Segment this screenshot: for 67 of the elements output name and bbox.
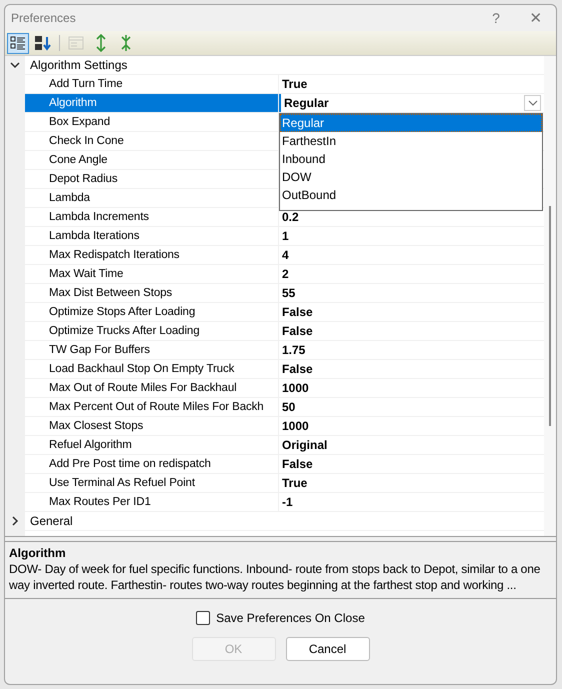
property-value: 1000	[282, 418, 309, 435]
dropdown-option[interactable]: DOW	[280, 168, 542, 186]
category-label[interactable]: Algorithm Settings	[25, 56, 544, 74]
expand-arrows-icon	[95, 34, 107, 52]
property-name[interactable]: Max Dist Between Stops	[25, 284, 279, 302]
property-name[interactable]: Check In Cone	[25, 132, 279, 150]
collapse-arrows-icon	[120, 34, 132, 52]
property-name[interactable]: Lambda Increments	[25, 208, 279, 226]
help-button[interactable]: ?	[476, 6, 516, 30]
property-name[interactable]: Optimize Stops After Loading	[25, 303, 279, 321]
window-icon	[68, 35, 84, 51]
property-value: True	[282, 475, 308, 492]
chevron-down-icon	[528, 99, 538, 107]
property-value: 4	[282, 247, 289, 264]
checkbox-label: Save Preferences On Close	[216, 611, 365, 625]
property-name[interactable]: Refuel Algorithm	[25, 436, 279, 454]
property-value: False	[282, 456, 313, 473]
close-button[interactable]: ✕	[516, 6, 556, 30]
checkbox[interactable]	[196, 611, 210, 625]
category-label[interactable]: General	[25, 512, 544, 530]
cancel-button[interactable]: Cancel	[286, 637, 370, 661]
property-value: 55	[282, 285, 296, 302]
property-name[interactable]: Add Pre Post time on redispatch	[25, 455, 279, 473]
description-title: Algorithm	[9, 546, 67, 561]
window-title: Preferences	[11, 11, 77, 25]
property-name[interactable]: Cone Angle	[25, 151, 279, 169]
categorized-button[interactable]	[7, 32, 29, 54]
sort-down-icon	[34, 35, 52, 51]
description-text: DOW- Day of week for fuel specific functions. Inbound- route from stops back to Depot, similar to a one way inverted route. Farthestin- routes two-way routes beginning at the farthest stop and working ...	[9, 561, 542, 593]
property-name[interactable]: Optimize Trucks After Loading	[25, 322, 279, 340]
property-name[interactable]: Max Closest Stops	[25, 417, 279, 435]
chevron-right-icon[interactable]	[10, 516, 20, 526]
property-name[interactable]: Add Turn Time	[25, 75, 279, 93]
property-value: 1	[282, 228, 289, 245]
chevron-down-icon[interactable]	[10, 60, 20, 70]
property-name[interactable]: Lambda	[25, 189, 279, 207]
property-value: 1.75	[282, 342, 306, 359]
property-name[interactable]: TW Gap For Buffers	[25, 341, 279, 359]
property-value: Original	[282, 437, 328, 454]
property-value: 50	[282, 399, 296, 416]
property-value: False	[282, 323, 313, 340]
property-value: 2	[282, 266, 289, 283]
dropdown-option[interactable]: Inbound	[280, 150, 542, 168]
property-value: -1	[282, 494, 293, 511]
property-name[interactable]: Depot Radius	[25, 170, 279, 188]
property-name[interactable]: Max Redispatch Iterations	[25, 246, 279, 264]
property-name[interactable]: Max Wait Time	[25, 265, 279, 283]
categorized-list-icon	[10, 35, 26, 51]
property-name[interactable]: Use Terminal As Refuel Point	[25, 474, 279, 492]
dropdown-button[interactable]	[524, 95, 541, 111]
property-value: 0.2	[282, 209, 299, 226]
property-value: 1000	[282, 380, 309, 397]
property-name[interactable]: Max Routes Per ID1	[25, 493, 279, 511]
property-value: Regular	[284, 95, 329, 112]
property-value: True	[282, 76, 308, 93]
property-name[interactable]: Max Out of Route Miles For Backhaul	[25, 379, 279, 397]
property-name[interactable]: Load Backhaul Stop On Empty Truck	[25, 360, 279, 378]
dropdown-option[interactable]: FarthestIn	[280, 132, 542, 150]
property-name[interactable]: Algorithm	[25, 94, 279, 112]
scrollbar[interactable]	[544, 56, 556, 536]
property-name[interactable]: Box Expand	[25, 113, 279, 131]
dropdown-option[interactable]: Regular	[280, 114, 542, 132]
property-value: False	[282, 304, 313, 321]
property-name[interactable]: Max Percent Out of Route Miles For Backh	[25, 398, 279, 416]
property-name[interactable]: Lambda Iterations	[25, 227, 279, 245]
dropdown-option[interactable]: OutBound	[280, 186, 542, 204]
property-value: False	[282, 361, 313, 378]
